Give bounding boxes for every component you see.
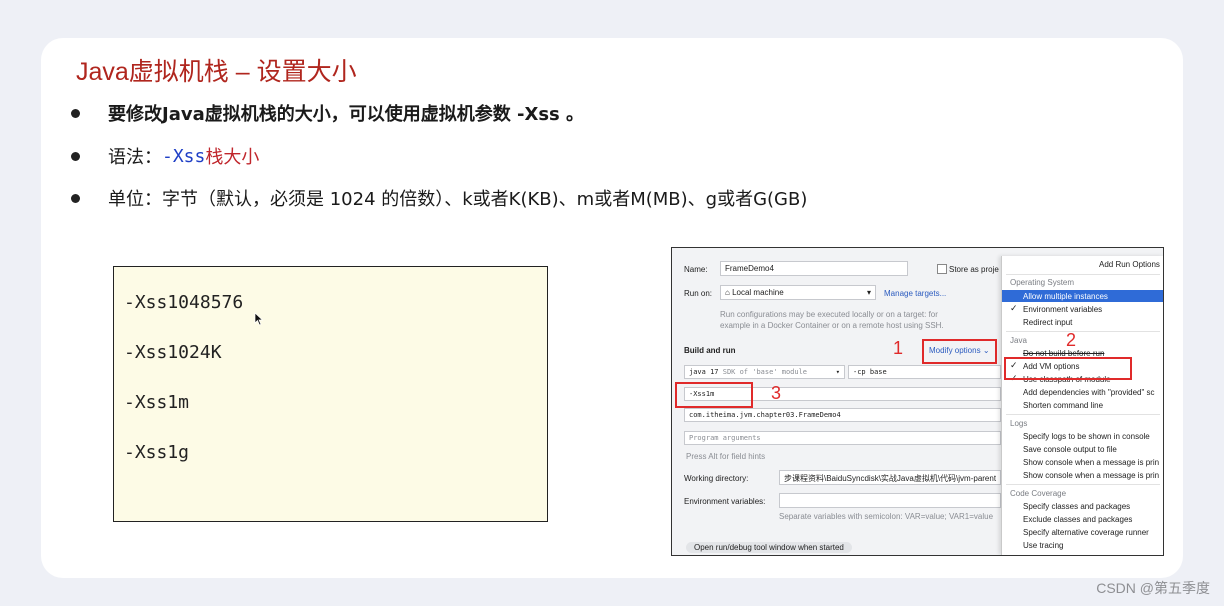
annotation-3: 3: [771, 383, 782, 403]
menu-section-logs: Logs: [1010, 419, 1028, 428]
chevron-down-icon: ▾: [835, 368, 840, 376]
run-on-select[interactable]: ⌂ Local machine ▾: [720, 285, 876, 300]
classpath-field[interactable]: -cp base: [848, 365, 1001, 379]
menu-item-specify-classes[interactable]: Specify classes and packages: [1023, 502, 1130, 511]
bullet-3: 单位：字节（默认，必须是 1024 的倍数）、k或者K(KB)、m或者M(MB)…: [71, 183, 807, 213]
jdk-value: java 17: [689, 368, 719, 376]
menu-item-exclude-classes[interactable]: Exclude classes and packages: [1023, 515, 1132, 524]
bullet-1-text: 要修改Java虚拟机栈的大小，可以使用虚拟机参数 -Xss 。: [108, 104, 585, 125]
example-line: -Xss1048576: [124, 292, 244, 313]
menu-item-specify-logs[interactable]: Specify logs to be shown in console: [1023, 432, 1150, 441]
environment-variables-field[interactable]: [779, 493, 1001, 508]
bullet-1: 要修改Java虚拟机栈的大小，可以使用虚拟机参数 -Xss 。: [71, 98, 584, 128]
annotation-2: 2: [1066, 330, 1077, 350]
environment-variables-label: Environment variables:: [684, 497, 766, 506]
jdk-hint: SDK of 'base' module: [722, 368, 808, 376]
menu-item-use-tracing[interactable]: Use tracing: [1023, 541, 1063, 550]
check-icon: ✓: [1010, 303, 1018, 313]
bullet-3-text: 单位：字节（默认，必须是 1024 的倍数）、k或者K(KB)、m或者M(MB)…: [108, 189, 808, 210]
bullet-2-code: -Xss: [162, 145, 206, 167]
store-as-project-label: Store as proje: [949, 265, 999, 274]
example-code-box: -Xss1048576 -Xss1024K -Xss1m -Xss1g: [113, 266, 548, 522]
example-line: -Xss1m: [124, 392, 190, 413]
menu-item-show-console-stdout[interactable]: Show console when a message is prin: [1023, 458, 1159, 467]
menu-item-environment-variables[interactable]: Environment variables: [1023, 305, 1102, 314]
annotation-box-3: [675, 382, 753, 408]
ide-run-config-screenshot: Name: FrameDemo4 Store as proje Run on: …: [671, 247, 1164, 556]
menu-item-show-console-stderr[interactable]: Show console when a message is prin: [1023, 471, 1159, 480]
menu-section-os: Operating System: [1010, 278, 1075, 287]
bullet-2: 语法： -Xss 栈大小: [71, 141, 259, 171]
working-directory-label: Working directory:: [684, 474, 749, 483]
jdk-select[interactable]: java 17 SDK of 'base' module ▾: [684, 365, 845, 379]
slide-title: Java虚拟机栈 – 设置大小: [76, 58, 357, 86]
menu-item-add-dependencies[interactable]: Add dependencies with "provided" sc: [1023, 388, 1155, 397]
environment-variables-hint: Separate variables with semicolon: VAR=v…: [779, 512, 994, 521]
run-on-hint: Run configurations may be executed local…: [720, 310, 944, 330]
bullet-2-suffix: 栈大小: [205, 147, 260, 168]
menu-separator: [1006, 484, 1160, 485]
home-icon: ⌂: [725, 288, 730, 297]
run-on-value: Local machine: [732, 288, 784, 297]
build-and-run-label: Build and run: [684, 346, 736, 355]
menu-separator: [1006, 274, 1160, 275]
slide: Java虚拟机栈 – 设置大小 要修改Java虚拟机栈的大小，可以使用虚拟机参数…: [41, 38, 1183, 578]
menu-section-coverage: Code Coverage: [1010, 489, 1067, 498]
menu-item-allow-multiple-instances[interactable]: Allow multiple instances: [1023, 292, 1108, 301]
menu-item-coverage-runner[interactable]: Specify alternative coverage runner: [1023, 528, 1149, 537]
menu-separator: [1006, 331, 1160, 332]
example-line: -Xss1024K: [124, 342, 222, 363]
annotation-box-1: [922, 339, 997, 364]
bullet-2-prefix: 语法：: [108, 147, 162, 168]
menu-section-java: Java: [1010, 336, 1027, 345]
example-line: -Xss1g: [124, 442, 190, 463]
add-run-options-menu: Add Run Options Operating System Allow m…: [1001, 256, 1163, 555]
manage-targets-link[interactable]: Manage targets...: [884, 289, 946, 298]
bullet-dot: [71, 108, 80, 118]
annotation-box-2: [1004, 357, 1132, 380]
mouse-cursor-icon: [254, 312, 264, 326]
name-field[interactable]: FrameDemo4: [720, 261, 908, 276]
name-label: Name:: [684, 265, 708, 274]
open-run-debug-chip[interactable]: Open run/debug tool window when started: [686, 542, 852, 553]
run-on-label: Run on:: [684, 289, 713, 298]
working-directory-field[interactable]: 步课程资料\BaiduSyncdisk\实战Java虚拟机\代码\jvm-par…: [779, 470, 1001, 485]
alt-hint: Press Alt for field hints: [686, 452, 766, 461]
main-class-field[interactable]: com.itheima.jvm.chapter03.FrameDemo4: [684, 408, 1001, 422]
bullet-dot: [71, 193, 80, 203]
menu-item-shorten-command-line[interactable]: Shorten command line: [1023, 401, 1103, 410]
program-arguments-field[interactable]: Program arguments: [684, 431, 1001, 445]
menu-item-save-console-output[interactable]: Save console output to file: [1023, 445, 1117, 454]
chevron-down-icon: ▾: [866, 288, 871, 297]
menu-item-redirect-input[interactable]: Redirect input: [1023, 318, 1072, 327]
menu-separator: [1006, 414, 1160, 415]
watermark: CSDN @第五季度: [1096, 580, 1210, 596]
menu-title: Add Run Options: [1099, 260, 1160, 269]
annotation-1: 1: [893, 338, 904, 358]
bullet-dot: [71, 151, 80, 161]
store-as-project-checkbox[interactable]: [937, 264, 947, 274]
